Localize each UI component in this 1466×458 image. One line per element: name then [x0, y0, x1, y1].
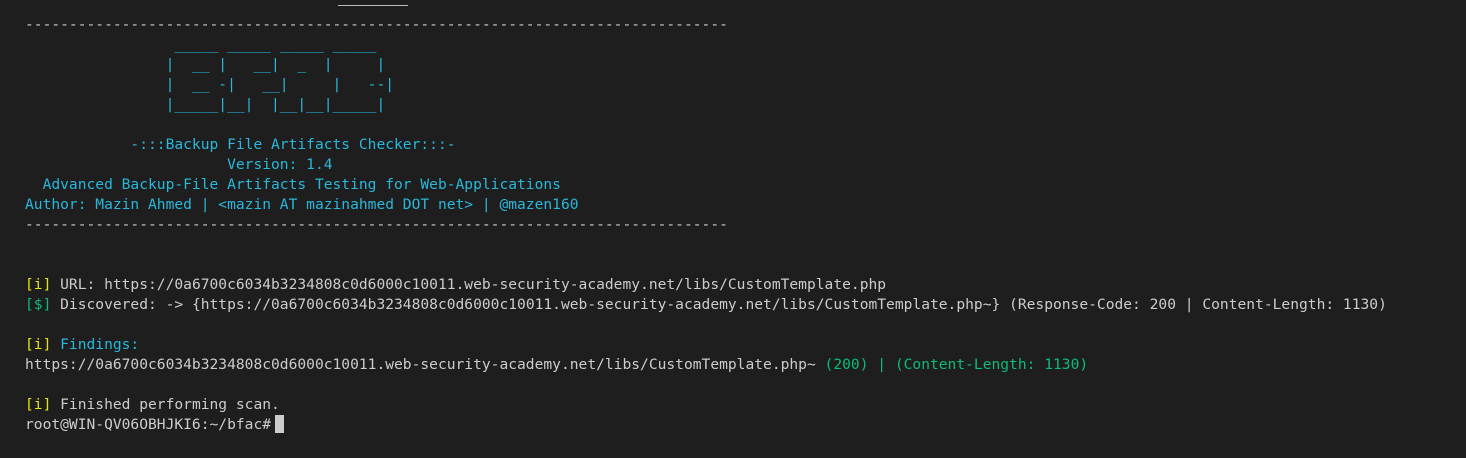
shell-prompt: root@WIN-QV06OBHJKI6:~/bfac# [25, 416, 272, 433]
info-tag: [i] [25, 336, 52, 353]
text-cursor[interactable] [275, 415, 285, 433]
finished-line: [i] Finished performing scan. [25, 395, 1466, 415]
findings-header: [i] Findings: [25, 335, 1466, 355]
banner-version: Version: 1.4 [25, 156, 333, 173]
findings-label: Findings: [51, 336, 140, 353]
banner-author: Author: Mazin Ahmed | <mazin AT mazinahm… [25, 196, 579, 213]
success-tag: [$] [25, 296, 52, 313]
finding-url: https://0a6700c6034b3234808c0d6000c10011… [25, 356, 816, 373]
banner-description: Advanced Backup-File Artifacts Testing f… [25, 176, 561, 193]
url-text: URL: https://0a6700c6034b3234808c0d6000c… [51, 276, 887, 293]
banner-tagline: -:::Backup File Artifacts Checker:::- [25, 136, 456, 153]
banner-art-line-1: _____ _____ _____ _____ [25, 36, 377, 53]
finding-status: (200) | (Content-Length: 1130) [815, 356, 1089, 373]
banner-art-line-3: | __ -| __| | --| [25, 76, 395, 93]
scroll-indicator [338, 5, 408, 6]
info-tag: [i] [25, 276, 52, 293]
banner-art-line-2: | __ | __| _ | | [25, 56, 386, 73]
divider-top: ----------------------------------------… [25, 16, 728, 33]
divider-bottom: ----------------------------------------… [25, 216, 728, 233]
discovered-line: [$] Discovered: -> {https://0a6700c6034b… [25, 295, 1466, 315]
terminal-output: ----------------------------------------… [25, 15, 1466, 435]
terminal-window[interactable]: ----------------------------------------… [0, 0, 1466, 458]
discovered-text: Discovered: -> {https://0a6700c6034b3234… [51, 296, 1387, 313]
banner-art-line-4: |_____|__| |__|__|_____| [25, 96, 386, 113]
info-tag: [i] [25, 396, 52, 413]
prompt-line[interactable]: root@WIN-QV06OBHJKI6:~/bfac# [25, 415, 1466, 435]
url-line: [i] URL: https://0a6700c6034b3234808c0d6… [25, 275, 1466, 295]
finding-result: https://0a6700c6034b3234808c0d6000c10011… [25, 355, 1466, 375]
finished-text: Finished performing scan. [51, 396, 280, 413]
